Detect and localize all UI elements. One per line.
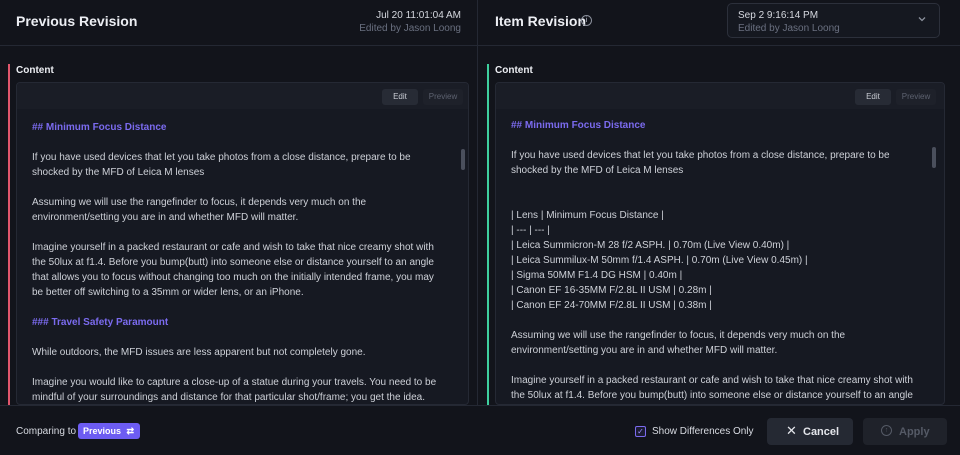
comparing-label: Comparing to xyxy=(16,426,77,437)
content-line: | Leica Summicron-M 28 f/2 ASPH. | 0.70m… xyxy=(511,240,790,251)
item-revision-pane: Content Edit Preview ## Minimum Focus Di… xyxy=(487,60,952,405)
content-line: Imagine yourself in a packed restaurant … xyxy=(511,375,913,386)
content-line xyxy=(32,360,436,375)
content-line: Assuming we will use the rangefinder to … xyxy=(32,197,367,208)
content-line: that allows you to focus without changin… xyxy=(32,272,434,283)
item-revision-title: Item Revision xyxy=(495,13,587,29)
content-line: mindful of your surroundings and distanc… xyxy=(32,392,425,403)
previous-revision-pane: Content Edit Preview ## Minimum Focus Di… xyxy=(8,60,470,405)
content-line: ### Travel Safety Paramount xyxy=(32,317,169,328)
added-indicator-bar xyxy=(487,64,489,405)
revision-select[interactable]: Sep 2 9:16:14 PM Edited by Jason Loong xyxy=(727,3,940,38)
content-line: Imagine yourself in a packed restaurant … xyxy=(32,242,434,253)
footer: Comparing to Previous ⇄ ✓ Show Differenc… xyxy=(0,405,960,455)
content-line xyxy=(32,135,436,150)
content-line: shocked by the MFD of Leica M lenses xyxy=(511,165,684,176)
check-icon: ✓ xyxy=(637,427,644,436)
info-icon[interactable]: i xyxy=(581,15,592,26)
editor-toolbar: Edit Preview xyxy=(496,83,944,109)
previous-content-text: ## Minimum Focus Distance If you have us… xyxy=(32,120,437,404)
content-line xyxy=(511,133,913,148)
previous-revision-meta: Jul 20 11:01:04 AM Edited by Jason Loong xyxy=(359,9,461,35)
content-line: the 50lux at f1.4. Before you bump(butt)… xyxy=(32,257,434,268)
content-line: While outdoors, the MFD issues are less … xyxy=(32,347,366,358)
comparing-selector[interactable]: Previous ⇄ xyxy=(78,423,140,439)
content-line xyxy=(511,313,913,328)
item-content-editor[interactable]: Edit Preview ## Minimum Focus Distance I… xyxy=(495,82,945,405)
content-line: ## Minimum Focus Distance xyxy=(32,122,167,133)
content-line xyxy=(32,180,436,195)
pane-divider xyxy=(477,0,478,405)
content-line: If you have used devices that let you ta… xyxy=(511,150,890,161)
content-line xyxy=(511,358,913,373)
content-line: Assuming we will use the rangefinder to … xyxy=(511,330,846,341)
content-line xyxy=(32,330,436,345)
content-line: ## Minimum Focus Distance xyxy=(511,120,646,131)
content-line: environment/setting you are in and wheth… xyxy=(511,345,778,356)
item-revision-author: Edited by Jason Loong xyxy=(738,23,840,34)
show-differences-label[interactable]: Show Differences Only xyxy=(652,426,754,437)
content-line: the 50lux at f1.4. Before you bump(butt)… xyxy=(511,390,913,401)
content-line: If you have used devices that let you ta… xyxy=(32,152,411,163)
header: Previous Revision Jul 20 11:01:04 AM Edi… xyxy=(0,0,960,46)
close-icon: ✕ xyxy=(786,423,797,438)
content-line xyxy=(32,300,436,315)
content-line: | Canon EF 16-35MM F/2.8L II USM | 0.28m… xyxy=(511,285,712,296)
show-differences-checkbox[interactable]: ✓ xyxy=(635,426,646,437)
scrollbar-thumb[interactable] xyxy=(932,147,936,168)
previous-content-editor[interactable]: Edit Preview ## Minimum Focus Distance I… xyxy=(16,82,469,405)
content-line: shocked by the MFD of Leica M lenses xyxy=(32,167,205,178)
comparing-value: Previous xyxy=(83,426,122,436)
content-line: environment/setting you are in and wheth… xyxy=(32,212,299,223)
content-line: | Lens | Minimum Focus Distance | xyxy=(511,210,664,221)
cancel-button[interactable]: ✕ Cancel xyxy=(767,418,853,445)
edit-button[interactable]: Edit xyxy=(382,89,418,105)
previous-revision-author: Edited by Jason Loong xyxy=(359,23,461,34)
content-label: Content xyxy=(495,65,533,76)
editor-toolbar: Edit Preview xyxy=(17,83,468,109)
content-line: | --- | --- | xyxy=(511,225,550,236)
content-line: | Canon EF 24-70MM F/2.8L II USM | 0.38m… xyxy=(511,300,712,311)
preview-button[interactable]: Preview xyxy=(423,89,463,105)
content-line: Imagine you would like to capture a clos… xyxy=(32,377,437,388)
item-content-text: ## Minimum Focus Distance If you have us… xyxy=(511,118,913,404)
arrow-up-circle-icon: ↑ xyxy=(881,425,892,436)
edit-button[interactable]: Edit xyxy=(855,89,891,105)
content-line xyxy=(511,178,913,193)
previous-revision-title: Previous Revision xyxy=(16,13,138,29)
content-line: | Sigma 50MM F1.4 DG HSM | 0.40m | xyxy=(511,270,683,281)
chevron-down-icon xyxy=(918,17,926,22)
apply-label: Apply xyxy=(899,426,930,438)
removed-indicator-bar xyxy=(8,64,10,405)
content-line xyxy=(511,193,913,208)
content-line: | Leica Summilux-M 50mm f/1.4 ASPH. | 0.… xyxy=(511,255,808,266)
apply-button[interactable]: ↑ Apply xyxy=(863,418,947,445)
content-label: Content xyxy=(16,65,54,76)
content-line xyxy=(32,225,436,240)
previous-revision-date: Jul 20 11:01:04 AM xyxy=(376,10,461,21)
cancel-label: Cancel xyxy=(803,426,840,438)
swap-icon: ⇄ xyxy=(126,426,134,436)
item-revision-date: Sep 2 9:16:14 PM xyxy=(738,10,819,21)
content-line: be better off switching to a 35mm or wid… xyxy=(32,287,304,298)
scrollbar-thumb[interactable] xyxy=(461,149,465,170)
preview-button[interactable]: Preview xyxy=(896,89,936,105)
